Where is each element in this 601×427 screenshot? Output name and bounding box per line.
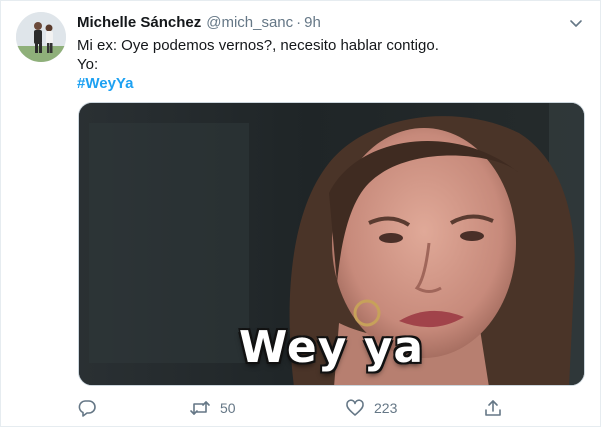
tweet-text-line: Yo: <box>77 56 99 73</box>
media-caption: Wey ya <box>238 322 425 373</box>
retweet-icon <box>189 398 211 418</box>
chevron-down-icon[interactable] <box>568 15 584 31</box>
retweet-button[interactable]: 50 <box>189 396 236 420</box>
tweet-actions: 50 223 <box>77 396 517 420</box>
separator: · <box>296 14 302 31</box>
timestamp[interactable]: 9h <box>304 14 321 31</box>
author-name[interactable]: Michelle Sánchez <box>77 14 201 31</box>
author-handle[interactable]: @mich_sanc <box>206 14 293 31</box>
retweet-count: 50 <box>220 400 236 416</box>
hashtag-link[interactable]: #WeyYa <box>77 74 577 93</box>
share-icon <box>483 398 503 418</box>
tweet-card[interactable]: Michelle Sánchez @mich_sanc · 9h Mi ex: Oye… <box>0 0 601 427</box>
tweet-media[interactable]: Wey ya <box>78 102 585 386</box>
tweet-text-line: Mi ex: Oye podemos vernos?, necesito hab… <box>77 37 439 54</box>
avatar[interactable] <box>16 12 66 62</box>
tweet-header: Michelle Sánchez @mich_sanc · 9h <box>77 13 560 33</box>
like-button[interactable]: 223 <box>345 396 397 420</box>
share-button[interactable] <box>483 396 503 420</box>
heart-icon <box>345 398 365 418</box>
reply-icon <box>77 398 97 418</box>
tweet-text: Mi ex: Oye podemos vernos?, necesito hab… <box>77 36 577 93</box>
like-count: 223 <box>374 400 398 416</box>
reply-button[interactable] <box>77 396 97 420</box>
